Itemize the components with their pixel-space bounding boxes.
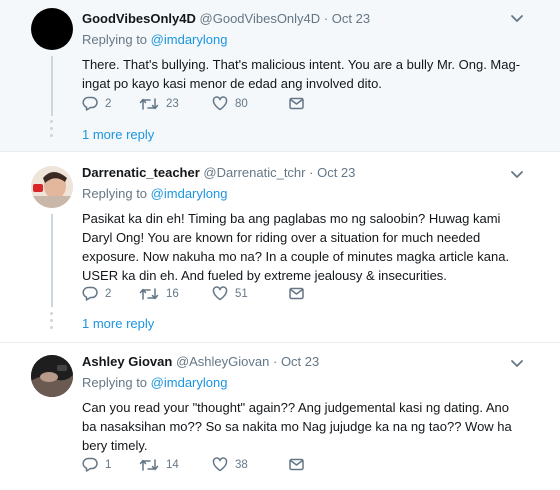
thread-dots [50,312,54,333]
like-icon [212,286,228,301]
tweet-header: Ashley Giovan @AshleyGiovan · Oct 23 [82,353,522,371]
replying-label: Replying to [82,375,148,390]
direct-message-button[interactable] [289,287,304,300]
separator-dot: · [272,354,278,369]
tweet[interactable]: Darrenatic_teacher @Darrenatic_tchr · Oc… [0,152,560,342]
retweet-count: 23 [166,97,179,110]
retweet-button[interactable]: 14 [139,458,212,472]
direct-message-button[interactable] [289,97,304,110]
like-count: 38 [235,458,248,471]
display-name[interactable]: GoodVibesOnly4D [82,11,196,26]
separator-dot: · [323,11,329,26]
retweet-count: 14 [166,458,179,471]
reply-button[interactable]: 2 [82,96,139,111]
direct-message-icon [289,97,304,110]
reply-icon [82,96,98,111]
tweet-actions: 2 16 51 [82,286,304,301]
username[interactable]: @Darrenatic_tchr [203,165,305,180]
tweet[interactable]: Ashley Giovan @AshleyGiovan · Oct 23 Rep… [0,343,560,490]
retweet-icon [139,287,159,300]
tweet-header: Darrenatic_teacher @Darrenatic_tchr · Oc… [82,164,522,182]
retweet-icon [139,97,159,110]
tweet-text: There. That's bullying. That's malicious… [82,57,521,91]
replying-to-link[interactable]: @imdarylong [151,32,228,47]
reply-button[interactable]: 2 [82,286,139,301]
retweet-button[interactable]: 23 [139,97,212,111]
tweet-actions: 2 23 80 [82,96,304,111]
like-button[interactable]: 51 [212,286,289,301]
replying-label: Replying to [82,32,148,47]
avatar[interactable] [31,355,73,397]
timestamp[interactable]: Oct 23 [332,11,370,26]
like-count: 80 [235,97,248,110]
tweet-text: Pasikat ka din eh! Timing ba ang paglaba… [82,211,510,283]
reply-count: 1 [105,458,112,471]
username[interactable]: @GoodVibesOnly4D [200,11,321,26]
like-button[interactable]: 38 [212,457,289,472]
more-replies-link[interactable]: 1 more reply [82,127,154,142]
replying-to-link[interactable]: @imdarylong [151,375,228,390]
separator-dot: · [309,165,314,180]
like-button[interactable]: 80 [212,96,289,111]
retweet-count: 16 [166,287,179,300]
replying-to: Replying to @imdarylong [82,374,522,392]
replying-to: Replying to @imdarylong [82,31,522,49]
like-icon [212,96,228,111]
reply-count: 2 [105,287,112,300]
reply-icon [82,286,98,301]
thread-dots [50,120,54,141]
like-icon [212,457,228,472]
replying-to-link[interactable]: @imdarylong [151,186,228,201]
reply-count: 2 [105,97,112,110]
thread-line [51,56,53,116]
username[interactable]: @AshleyGiovan [176,354,269,369]
avatar-photo [31,355,73,397]
avatar[interactable] [31,166,73,208]
tweet[interactable]: GoodVibesOnly4D @GoodVibesOnly4D · Oct 2… [0,0,560,151]
direct-message-button[interactable] [289,458,304,471]
tweet-actions: 1 14 38 [82,457,304,472]
tweet-text: Can you read your "thought" again?? Ang … [82,400,512,453]
timestamp[interactable]: Oct 23 [281,354,319,369]
like-count: 51 [235,287,248,300]
avatar[interactable] [31,8,73,50]
direct-message-icon [289,458,304,471]
reply-button[interactable]: 1 [82,457,139,472]
timestamp[interactable]: Oct 23 [317,165,355,180]
thread-line [51,214,53,307]
avatar-photo [31,166,73,208]
more-replies-link[interactable]: 1 more reply [82,316,154,331]
replying-to: Replying to @imdarylong [82,185,522,203]
display-name[interactable]: Ashley Giovan [82,354,172,369]
direct-message-icon [289,287,304,300]
tweet-header: GoodVibesOnly4D @GoodVibesOnly4D · Oct 2… [82,10,522,28]
replying-label: Replying to [82,186,148,201]
retweet-icon [139,458,159,471]
reply-icon [82,457,98,472]
display-name[interactable]: Darrenatic_teacher [82,165,200,180]
retweet-button[interactable]: 16 [139,287,212,301]
